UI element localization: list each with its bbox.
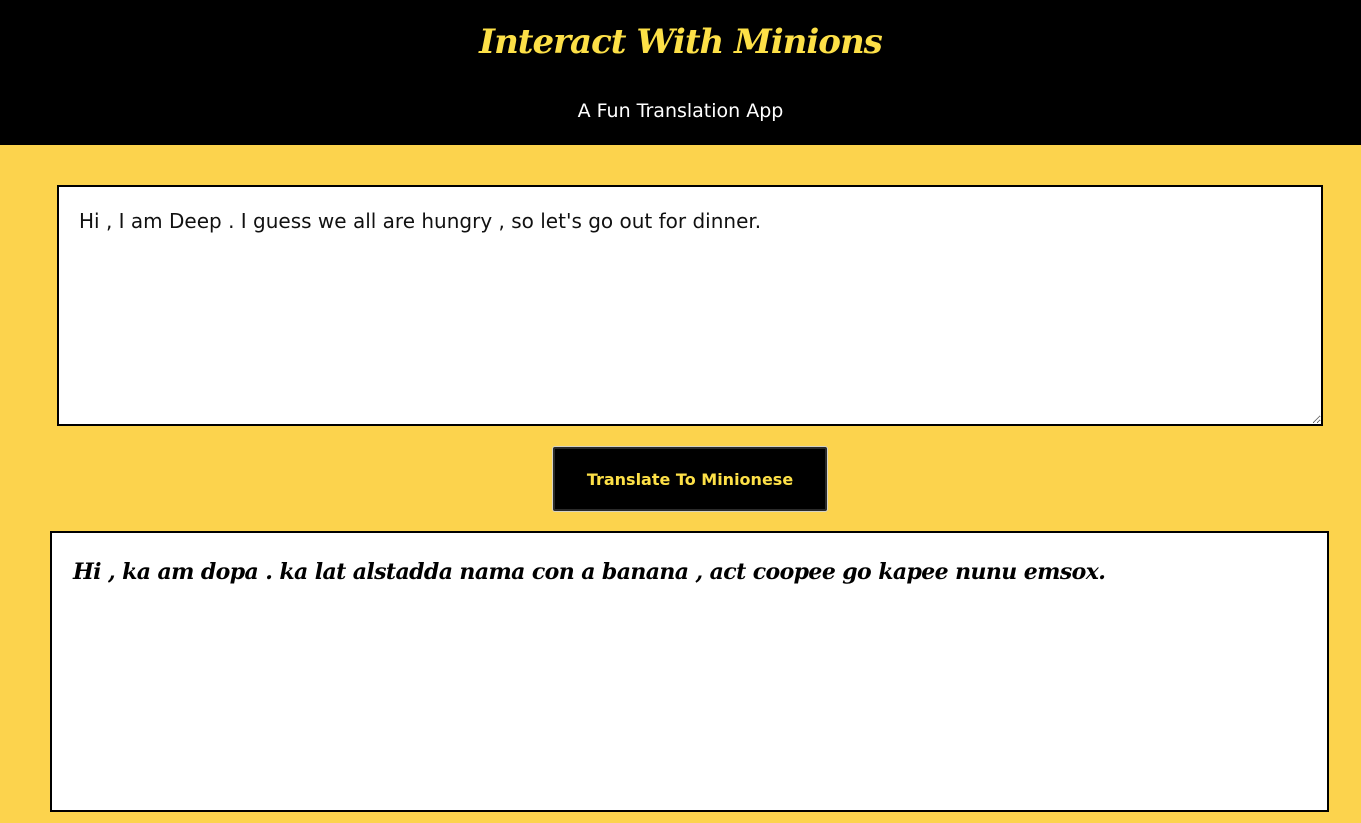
translation-output: Hi , ka am dopa . ka lat alstadda nama c… (50, 531, 1329, 812)
app-header: Interact With Minions A Fun Translation … (0, 0, 1361, 145)
translation-output-text: Hi , ka am dopa . ka lat alstadda nama c… (73, 559, 1106, 585)
translation-input[interactable]: Hi , I am Deep . I guess we all are hung… (57, 185, 1323, 426)
translate-button[interactable]: Translate To Minionese (552, 446, 828, 512)
app-title: Interact With Minions (479, 22, 883, 62)
app-subtitle: A Fun Translation App (577, 100, 784, 122)
